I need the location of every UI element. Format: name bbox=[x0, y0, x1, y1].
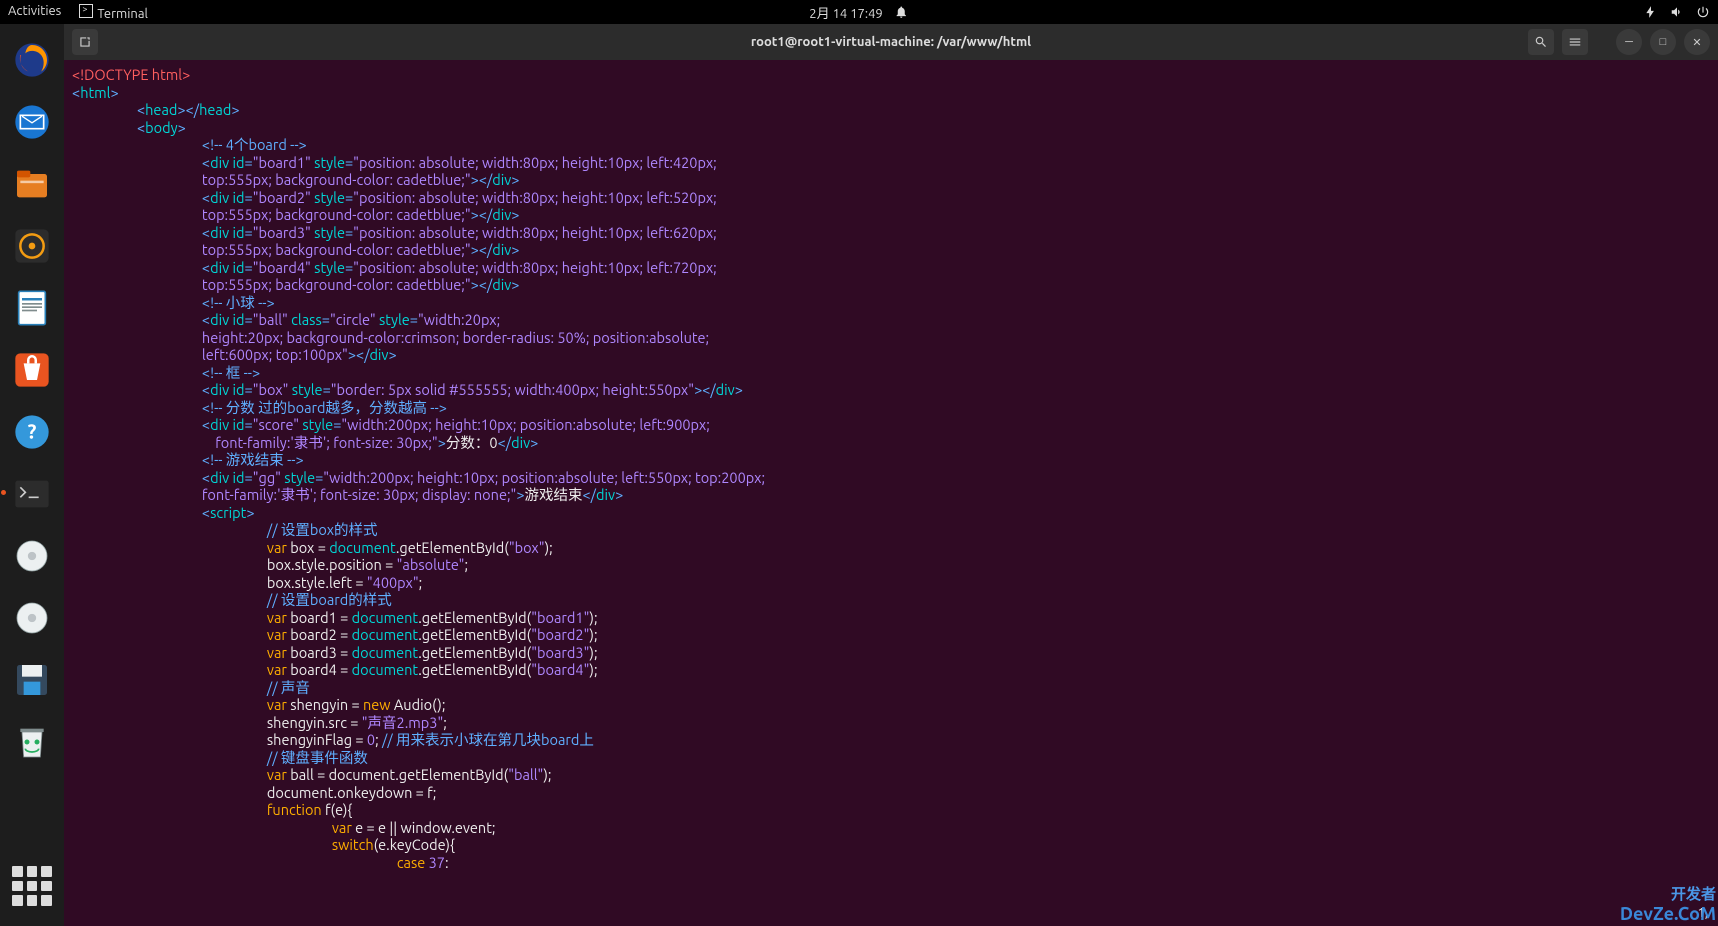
terminal-app-icon[interactable] bbox=[8, 470, 56, 518]
clock[interactable]: 2月 14 17:49 bbox=[809, 3, 882, 22]
new-tab-button[interactable] bbox=[72, 29, 98, 55]
vim-editor[interactable]: <!DOCTYPE html> <html> <head></head> <bo… bbox=[64, 60, 1718, 926]
terminal-titlebar: root1@root1-virtual-machine: /var/www/ht… bbox=[64, 24, 1718, 60]
minimize-button[interactable]: ─ bbox=[1616, 29, 1642, 55]
terminal-app-indicator[interactable]: Terminal bbox=[79, 4, 148, 21]
files-app-icon[interactable] bbox=[8, 160, 56, 208]
gnome-topbar: Activities Terminal 2月 14 17:49 bbox=[0, 0, 1718, 24]
activities-button[interactable]: Activities bbox=[8, 4, 61, 21]
trash-app-icon[interactable] bbox=[8, 718, 56, 766]
maximize-button[interactable]: □ bbox=[1650, 29, 1676, 55]
close-button[interactable]: ✕ bbox=[1684, 29, 1710, 55]
terminal-icon bbox=[79, 4, 93, 18]
network-icon[interactable] bbox=[1644, 5, 1658, 19]
volume-icon[interactable] bbox=[1670, 5, 1684, 19]
disk-app-icon-1[interactable] bbox=[8, 532, 56, 580]
menu-button[interactable] bbox=[1562, 29, 1588, 55]
window-title: root1@root1-virtual-machine: /var/www/ht… bbox=[751, 35, 1031, 49]
disk-app-icon-2[interactable] bbox=[8, 594, 56, 642]
firefox-app-icon[interactable] bbox=[8, 36, 56, 84]
svg-text:?: ? bbox=[28, 420, 37, 443]
power-icon[interactable] bbox=[1696, 5, 1710, 19]
show-applications-button[interactable] bbox=[12, 866, 52, 906]
save-app-icon[interactable] bbox=[8, 656, 56, 704]
help-app-icon[interactable]: ? bbox=[8, 408, 56, 456]
ubuntu-software-icon[interactable] bbox=[8, 346, 56, 394]
search-button[interactable] bbox=[1528, 29, 1554, 55]
watermark: 开发者 DevZe.CoM bbox=[1620, 883, 1716, 924]
libreoffice-writer-icon[interactable] bbox=[8, 284, 56, 332]
thunderbird-app-icon[interactable] bbox=[8, 98, 56, 146]
rhythmbox-app-icon[interactable] bbox=[8, 222, 56, 270]
notification-bell-icon[interactable] bbox=[895, 5, 909, 19]
dock: ? bbox=[0, 24, 64, 926]
